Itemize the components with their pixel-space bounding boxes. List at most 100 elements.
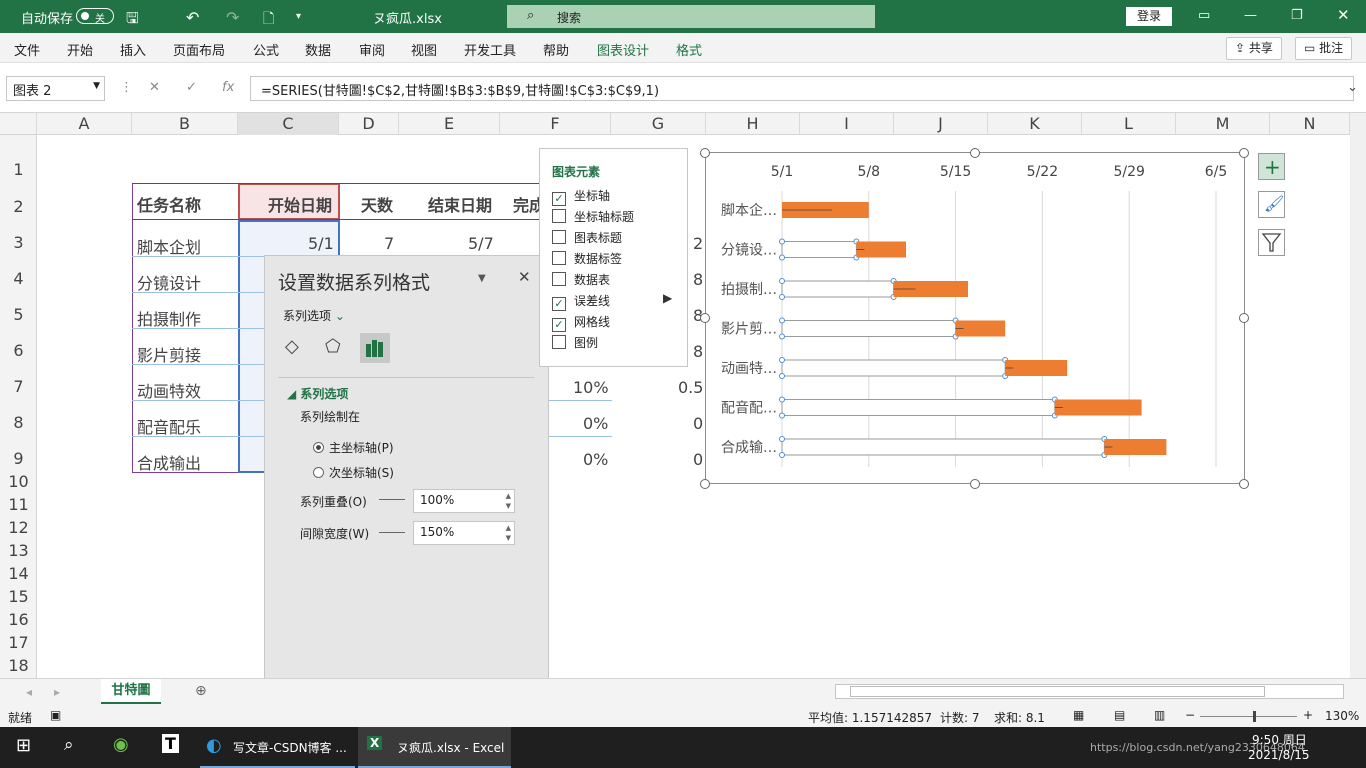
chart-element-option[interactable]: 坐标轴标题 [552,208,634,225]
resize-handle[interactable] [970,479,980,489]
task-cell[interactable]: 脚本企划 [137,234,201,258]
checkbox-unchecked[interactable] [552,272,566,286]
column-header[interactable]: B [132,113,238,135]
chart-element-option[interactable]: ✓ 坐标轴 [552,187,610,206]
share-button[interactable]: ⇪ 共享 [1226,37,1282,60]
autosave-toggle[interactable]: 关 [76,8,114,25]
duration-bar[interactable] [1104,439,1167,455]
expand-formula-icon[interactable]: ⌄ [1347,80,1358,95]
row-header[interactable]: 8 [0,413,37,432]
resize-handle[interactable] [1239,479,1249,489]
checkbox-checked[interactable]: ✓ [552,297,566,311]
tab-page-layout[interactable]: 页面布局 [173,40,225,59]
checkbox-checked[interactable]: ✓ [552,192,566,206]
g-cell[interactable]: 0.5 [678,378,703,397]
chevron-down-icon[interactable]: ▼ [93,81,100,91]
series-options-tab[interactable] [360,333,390,363]
prev-sheet-icon[interactable]: ◂ [26,685,32,699]
task-cell[interactable]: 配音配乐 [137,414,201,438]
panel-close-icon[interactable]: ✕ [518,268,531,286]
tab-help[interactable]: 帮助 [543,40,569,59]
checkbox-unchecked[interactable] [552,251,566,265]
spinner-icon[interactable]: ▲ ▼ [506,491,511,511]
tab-view[interactable]: 视图 [411,40,437,59]
chevron-right-icon[interactable]: ▶ [663,291,672,305]
row-header[interactable]: 13 [0,541,37,560]
zoom-level[interactable]: 130% [1325,709,1359,723]
column-header[interactable]: F [500,113,611,135]
complete-cell[interactable]: 0% [583,414,608,433]
row-header[interactable]: 4 [0,269,37,288]
resize-handle[interactable] [700,479,710,489]
start-date-cell[interactable]: 5/1 [308,234,334,253]
start-offset-bar[interactable] [781,280,895,298]
save-icon[interactable]: 🖫 [126,8,139,33]
secondary-axis-radio[interactable]: 次坐标轴(S) [313,464,394,481]
column-header[interactable]: G [611,113,706,135]
horizontal-scrollbar[interactable] [835,684,1344,699]
tab-file[interactable]: 文件 [14,40,40,59]
row-header[interactable]: 2 [0,197,37,216]
resize-handle[interactable] [970,148,980,158]
resize-handle[interactable] [1239,148,1249,158]
chart-element-option[interactable]: ✓ 网格线 [552,313,610,332]
resize-handle[interactable] [700,313,710,323]
series-options-dropdown[interactable]: 系列选项 ⌄ [283,307,345,324]
start-offset-bar[interactable] [781,320,957,337]
header-start-date[interactable]: 开始日期 [268,192,332,216]
gantt-chart[interactable]: 5/1 5/8 5/15 5/22 5/29 6/5 脚本企… 分镜设… 拍摄制… 影片剪… 动画特… [705,152,1245,484]
checkbox-unchecked[interactable] [552,335,566,349]
tab-chart-design[interactable]: 图表设计 [597,40,649,59]
formula-input[interactable]: =SERIES(甘特圖!$C$2,甘特圖!$B$3:$B$9,甘特圖!$C$3:… [250,76,1354,101]
primary-axis-radio[interactable]: 主坐标轴(P) [313,439,394,456]
vertical-scrollbar[interactable] [1350,113,1366,678]
header-task-name[interactable]: 任务名称 [137,192,201,216]
column-header[interactable]: H [706,113,800,135]
macro-record-icon[interactable]: ▣ [50,708,61,722]
row-header[interactable]: 15 [0,587,37,606]
spinner-icon[interactable]: ▲ ▼ [506,523,511,543]
duration-bar[interactable] [1054,399,1142,416]
zoom-out-icon[interactable]: − [1185,708,1195,722]
overlap-input[interactable]: 100% ▲ ▼ [413,489,515,513]
search-box[interactable]: ⌕ 搜索 [507,5,875,28]
chart-elements-button[interactable]: + [1258,153,1285,180]
chart-element-option[interactable]: 图例 [552,334,598,351]
zoom-thumb[interactable] [1253,711,1256,722]
gap-width-input[interactable]: 150% ▲ ▼ [413,521,515,545]
complete-cell[interactable]: 10% [573,378,609,397]
checkbox-checked[interactable]: ✓ [552,318,566,332]
row-header[interactable]: 7 [0,377,37,396]
g-cell[interactable]: 8 [693,342,703,361]
edge-taskbar-item[interactable]: ◐ 写文章-CSDN博客 ... [200,727,355,768]
days-cell[interactable]: 7 [384,234,394,253]
cancel-icon[interactable]: ✕ [149,80,160,95]
panel-options-icon[interactable]: ▼ [478,273,486,284]
scroll-thumb[interactable] [850,686,1265,697]
tab-insert[interactable]: 插入 [120,40,146,59]
excel-taskbar-item[interactable]: X ヌ疯瓜.xlsx - Excel [358,727,511,768]
restore-icon[interactable]: ❐ [1291,8,1303,23]
zoom-in-icon[interactable]: + [1303,708,1313,722]
redo-icon[interactable]: ↷ [226,8,239,27]
tab-developer[interactable]: 开发工具 [464,40,516,59]
file-name[interactable]: ヌ疯瓜.xlsx [373,8,442,27]
task-cell[interactable]: 影片剪接 [137,342,201,366]
next-sheet-icon[interactable]: ▸ [54,685,60,699]
duration-bar[interactable] [1005,360,1068,376]
row-header[interactable]: 10 [0,472,37,491]
login-button[interactable]: 登录 [1126,7,1172,26]
column-header[interactable]: E [399,113,500,135]
row-header[interactable]: 12 [0,518,37,537]
fill-line-icon[interactable]: ◇ [285,336,299,357]
column-header[interactable]: J [894,113,988,135]
page-break-icon[interactable]: ▥ [1154,708,1165,722]
g-cell[interactable]: 0 [693,414,703,433]
row-header[interactable]: 5 [0,305,37,324]
normal-view-icon[interactable]: ▦ [1073,708,1084,722]
page-layout-icon[interactable]: ▤ [1114,708,1125,722]
select-all-corner[interactable] [0,113,37,135]
row-header[interactable]: 14 [0,564,37,583]
resize-handle[interactable] [700,148,710,158]
header-days[interactable]: 天数 [361,192,393,216]
